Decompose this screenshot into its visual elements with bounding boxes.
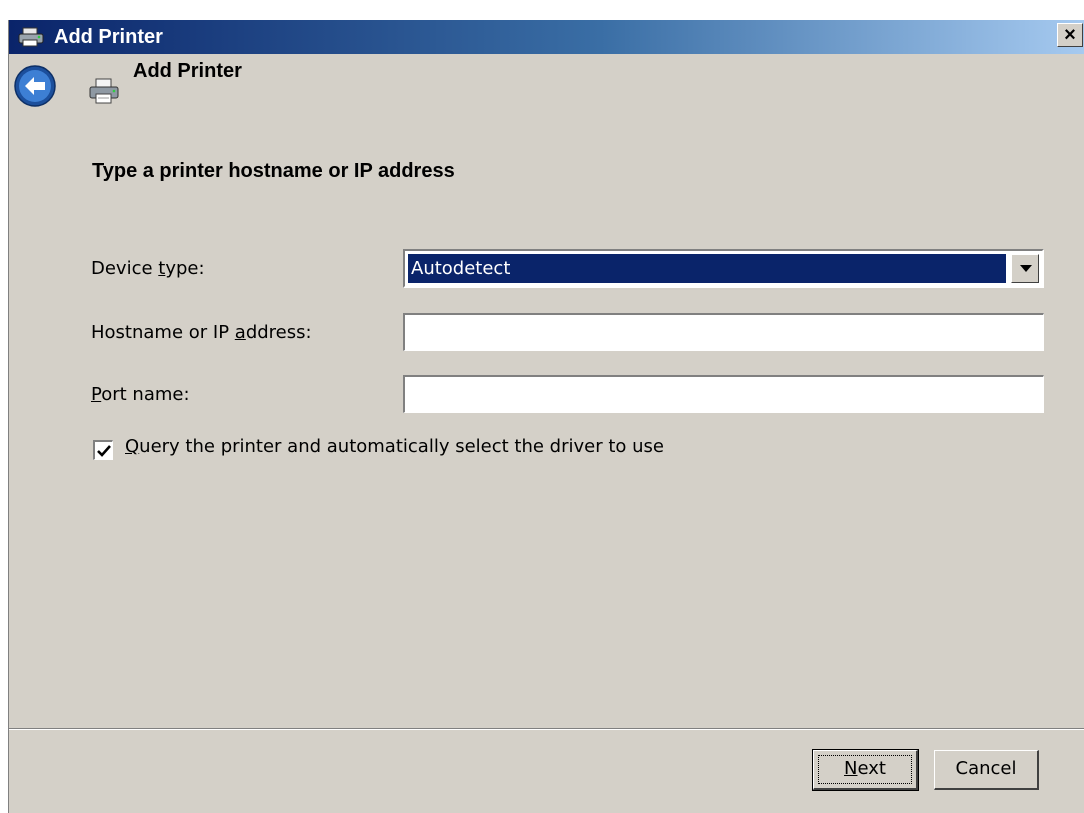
cancel-button[interactable]: Cancel [934,750,1039,790]
query-printer-label[interactable]: Query the printer and automatically sele… [125,436,664,457]
chevron-down-icon [1020,265,1032,272]
next-button[interactable]: Next [812,749,919,791]
footer-separator [9,728,1084,730]
device-type-label: Device type: [91,258,205,279]
port-name-input[interactable] [403,375,1044,413]
back-arrow-icon[interactable] [14,65,56,107]
device-type-select[interactable]: Autodetect [403,249,1044,288]
navigation-bar: Add Printer [9,54,1084,114]
close-icon: × [1064,24,1076,46]
window-title: Add Printer [54,26,163,48]
close-button[interactable]: × [1057,23,1083,47]
checkmark-icon [97,445,111,457]
printer-icon [88,77,120,105]
page-heading: Type a printer hostname or IP address [92,160,455,182]
hostname-label: Hostname or IP address: [91,322,312,343]
cancel-button-label: Cancel [955,758,1017,779]
dropdown-button[interactable] [1011,254,1039,283]
title-bar[interactable]: Add Printer × [9,20,1084,54]
query-printer-checkbox[interactable] [93,440,113,460]
add-printer-window: Add Printer × Add Printer Type a printer… [8,20,1084,813]
device-type-selected-value: Autodetect [408,254,1006,283]
wizard-title: Add Printer [133,60,242,82]
hostname-input[interactable] [403,313,1044,351]
port-name-label: Port name: [91,384,190,405]
printer-title-icon [17,26,47,48]
focus-rectangle [818,755,912,784]
